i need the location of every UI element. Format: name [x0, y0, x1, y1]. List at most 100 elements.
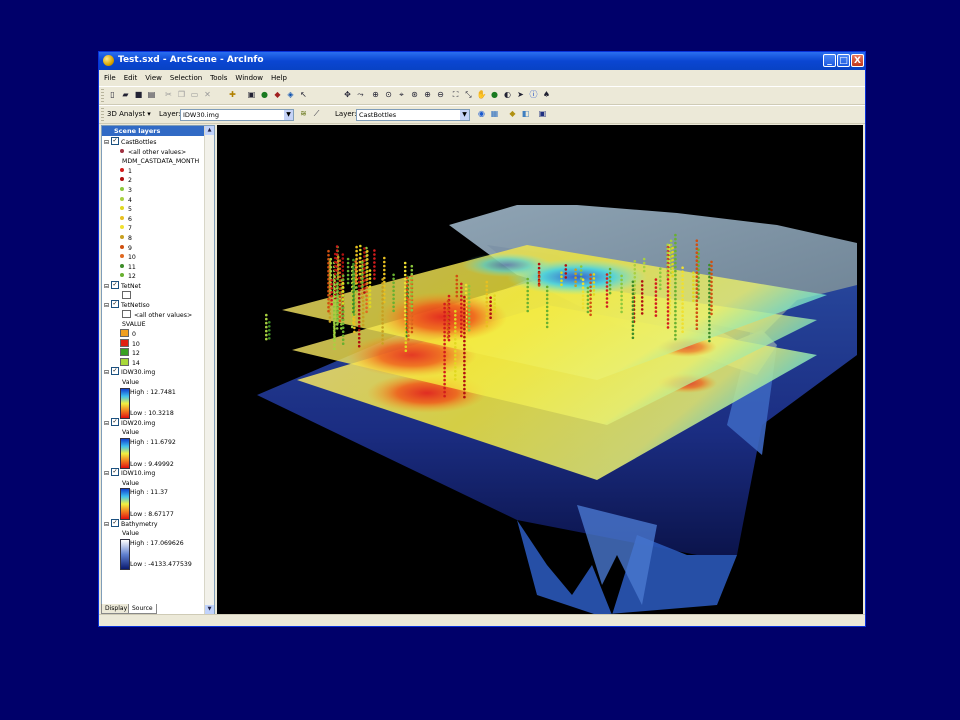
menu-file[interactable]: File	[99, 71, 119, 82]
zoom-layer-icon[interactable]: ⤡	[463, 90, 474, 100]
print-icon[interactable]: ▤	[146, 90, 157, 100]
add-data-icon[interactable]: ✚	[227, 90, 238, 100]
cast-bottle-point	[368, 277, 372, 280]
toc-layer-idw20-img[interactable]: ⊟ ✓ IDW20.img	[104, 417, 155, 428]
cast-bottle-point	[674, 329, 677, 333]
layer-select-2[interactable]: CastBottles ▼	[356, 109, 470, 121]
layers-stack-icon[interactable]: ◧	[520, 109, 531, 119]
toc-layer-bathymetry[interactable]: ⊟ ✓ Bathymetry	[104, 518, 158, 529]
collapse-icon[interactable]: ⊟	[104, 521, 109, 528]
toc-layer-castbottles[interactable]: ⊟ ✓ CastBottles	[104, 137, 156, 147]
paste-icon[interactable]: ▭	[189, 90, 200, 100]
tab-display[interactable]: Display	[101, 604, 132, 614]
cast-bottle-point	[365, 282, 368, 286]
open-icon[interactable]: ▰	[120, 90, 131, 100]
scene-view[interactable]	[217, 125, 863, 615]
narrow-fov-icon[interactable]: ◐	[502, 90, 513, 100]
target-zoom-icon[interactable]: ⊕	[370, 90, 381, 100]
set-observer-icon[interactable]: ⊛	[409, 90, 420, 100]
legend-low-label: Low : 8.67177	[130, 510, 174, 519]
menu-help[interactable]: Help	[266, 71, 290, 82]
cast-bottle-point	[537, 284, 541, 287]
cast-bottle-point	[489, 316, 492, 319]
menu-selection[interactable]: Selection	[165, 71, 205, 82]
cut-icon[interactable]: ✂	[163, 90, 174, 100]
layer-list-icon[interactable]: ▦	[489, 109, 500, 119]
find-icon[interactable]: ♠	[541, 90, 552, 100]
cast-bottle-point	[405, 304, 409, 308]
save-icon[interactable]: ■	[133, 90, 144, 100]
minimize-button[interactable]: _	[823, 54, 836, 67]
cast-bottle-point	[365, 302, 368, 306]
title-bar[interactable]: Test.sxd - ArcScene - ArcInfo _ □ X	[99, 52, 865, 70]
line-of-sight-icon[interactable]: ⟋	[311, 109, 322, 119]
close-button[interactable]: X	[851, 54, 864, 67]
maximize-button[interactable]: □	[837, 54, 850, 67]
menu-edit[interactable]: Edit	[119, 71, 141, 82]
chevron-down-icon[interactable]: ▼	[460, 110, 469, 120]
symbol-dot	[120, 167, 124, 172]
menu-view[interactable]: View	[140, 71, 165, 82]
cast-bottle-point	[383, 260, 386, 264]
cast-bottle-point	[692, 287, 695, 290]
layer-checkbox[interactable]: ✓	[111, 518, 120, 527]
menu-window[interactable]: Window	[230, 71, 266, 82]
cast-bottle-point	[368, 305, 372, 308]
navigate-icon[interactable]: ✥	[342, 90, 353, 100]
3d-analyst-menu[interactable]: 3D Analyst ▾	[107, 110, 151, 118]
cast-bottle-point	[368, 269, 372, 272]
contour-icon[interactable]: ≋	[298, 109, 309, 119]
cast-bottle-point	[405, 312, 409, 316]
layer-checkbox[interactable]: ✓	[111, 300, 120, 309]
window-icon[interactable]: ▣	[537, 109, 548, 119]
layer-checkbox[interactable]: ✓	[111, 281, 120, 289]
cast-bottle-point	[695, 307, 699, 310]
graphics-icon[interactable]: ◆	[507, 109, 518, 119]
collapse-icon[interactable]: ⊟	[104, 283, 109, 290]
editor-icon[interactable]: ◈	[285, 90, 296, 100]
toolbar-grip-2[interactable]	[101, 108, 104, 121]
new-icon[interactable]: ▯	[107, 90, 118, 100]
identify-icon[interactable]: ⓘ	[528, 90, 539, 100]
toc-layer-idw30-img[interactable]: ⊟ ✓ IDW30.img	[104, 367, 155, 377]
fly-icon[interactable]: ⤳	[355, 90, 366, 100]
layer-checkbox[interactable]: ✓	[111, 367, 120, 376]
tab-source[interactable]: Source	[128, 604, 157, 614]
scene-icon[interactable]: ▣	[246, 90, 257, 100]
delete-icon[interactable]: ✕	[202, 90, 213, 100]
layer-checkbox[interactable]: ✓	[111, 417, 120, 426]
symbol-dot	[120, 263, 124, 268]
pan-icon[interactable]: ✋	[476, 90, 487, 100]
full-globe-icon[interactable]: ●	[489, 90, 500, 100]
collapse-icon[interactable]: ⊟	[104, 420, 109, 427]
collapse-icon[interactable]: ⊟	[104, 139, 109, 146]
layer-select-1[interactable]: IDW30.img ▼	[180, 109, 294, 121]
center-icon[interactable]: ⊙	[383, 90, 394, 100]
color-ramp	[120, 488, 130, 520]
layer-props-icon[interactable]: ◆	[272, 90, 283, 100]
full-extent-icon[interactable]: ⛶	[450, 90, 461, 100]
cast-bottle-point	[581, 290, 585, 293]
collapse-icon[interactable]: ⊟	[104, 369, 109, 376]
layer-checkbox[interactable]: ✓	[111, 468, 120, 477]
zoom-target-icon[interactable]: ⌖	[396, 90, 407, 100]
chevron-down-icon[interactable]: ▼	[284, 110, 293, 120]
cast-bottle-point	[366, 270, 369, 273]
toc-scrollbar[interactable]: ▲ ▼	[204, 126, 214, 614]
animation-icon[interactable]: ◉	[476, 109, 487, 119]
zoom-in-icon[interactable]: ⊕	[422, 90, 433, 100]
select-pointer-icon[interactable]: ➤	[515, 90, 526, 100]
collapse-icon[interactable]: ⊟	[104, 470, 109, 477]
scroll-up-icon[interactable]: ▲	[205, 126, 214, 135]
cast-bottle-point	[336, 271, 340, 275]
cast-bottle-point	[631, 312, 635, 316]
collapse-icon[interactable]: ⊟	[104, 302, 109, 309]
toolbar-grip[interactable]	[101, 89, 104, 102]
layer-checkbox[interactable]: ✓	[111, 137, 120, 145]
menu-tools[interactable]: Tools	[205, 71, 230, 82]
help-pointer-icon[interactable]: ↖	[298, 90, 309, 100]
globe-icon[interactable]: ●	[259, 90, 270, 100]
copy-icon[interactable]: ❐	[176, 90, 187, 100]
zoom-out-icon[interactable]: ⊖	[435, 90, 446, 100]
toc-layer-idw10-img[interactable]: ⊟ ✓ IDW10.img	[104, 468, 155, 478]
